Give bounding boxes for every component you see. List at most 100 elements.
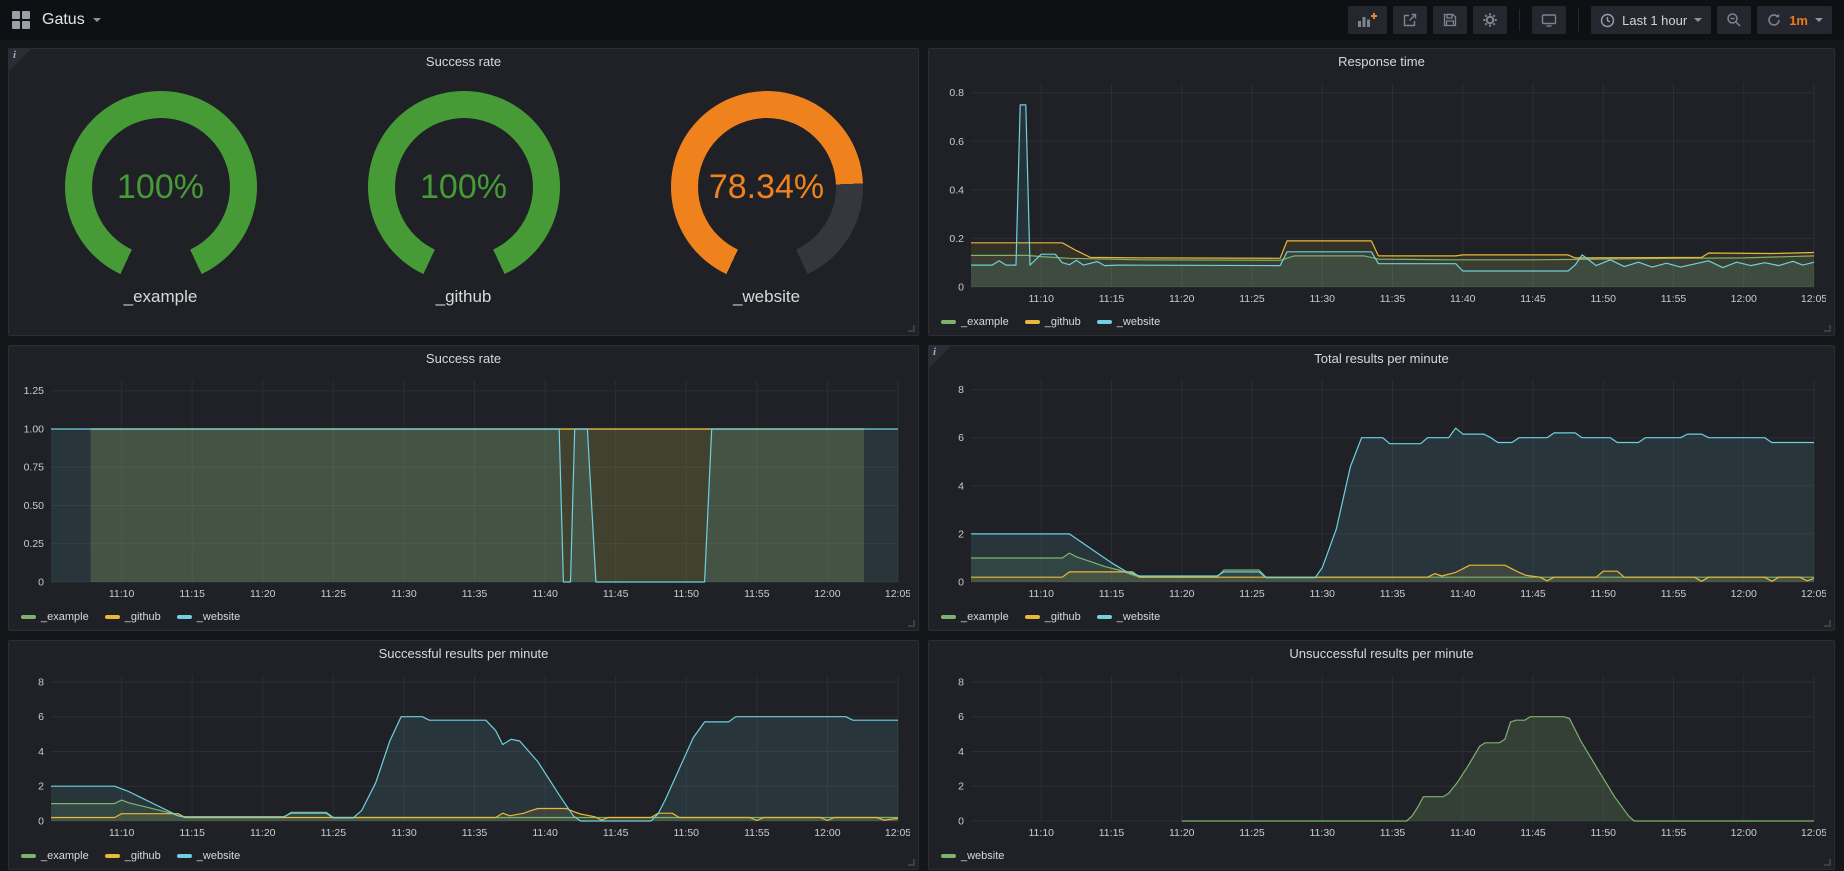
svg-text:11:40: 11:40 [1450,293,1476,305]
response-time-chart[interactable]: 00.20.40.60.811:1011:1511:2011:2511:3011… [937,75,1826,305]
resize-handle[interactable] [908,620,915,627]
share-dashboard-button[interactable] [1393,6,1427,34]
legend-label: _website [961,850,1004,862]
svg-text:0.25: 0.25 [24,538,45,550]
success-rate-chart[interactable]: 00.250.500.751.001.2511:1011:1511:2011:2… [17,372,910,600]
panel-title[interactable]: Response time [929,49,1834,75]
svg-text:11:10: 11:10 [1029,293,1055,305]
resize-handle[interactable] [1824,859,1831,866]
unsuccessful-results-chart[interactable]: 0246811:1011:1511:2011:2511:3011:3511:40… [937,667,1826,839]
info-icon[interactable]: i [9,49,31,71]
svg-text:11:45: 11:45 [603,588,629,600]
svg-text:12:00: 12:00 [814,827,840,839]
svg-text:0: 0 [958,282,964,294]
add-panel-button[interactable] [1348,6,1387,34]
legend-item[interactable]: _example [21,611,89,623]
gear-icon [1482,12,1498,28]
legend-item[interactable]: _example [21,850,89,862]
svg-text:2: 2 [958,781,964,793]
resize-handle[interactable] [1824,325,1831,332]
svg-text:0.8: 0.8 [949,87,964,99]
cycle-view-mode-button[interactable] [1532,6,1566,34]
clock-icon [1600,13,1615,28]
resize-handle[interactable] [908,859,915,866]
svg-text:11:40: 11:40 [532,588,558,600]
svg-text:11:10: 11:10 [109,588,135,600]
svg-text:12:00: 12:00 [1731,827,1757,839]
dashboard-title: Gatus [42,11,85,29]
divider [1578,9,1579,31]
chevron-down-icon [1815,18,1823,22]
panel-title[interactable]: Success rate [9,346,918,372]
gauge-label: _github [436,287,492,307]
panel-success-rate-gauges: i Success rate 100% _example 100% _githu… [8,48,919,336]
gauge-row: 100% _example 100% _github 78.34% _websi… [9,75,918,307]
legend: _website [941,850,1004,862]
dashboards-grid-icon[interactable] [12,11,30,29]
svg-text:11:55: 11:55 [744,827,770,839]
svg-text:11:55: 11:55 [1661,588,1687,600]
successful-results-chart[interactable]: 0246811:1011:1511:2011:2511:3011:3511:40… [17,667,910,839]
svg-text:12:00: 12:00 [814,588,840,600]
panel-title[interactable]: Success rate [9,49,918,75]
legend-item[interactable]: _website [941,850,1004,862]
svg-text:11:20: 11:20 [1169,827,1195,839]
dashboard-settings-button[interactable] [1473,6,1507,34]
svg-text:11:30: 11:30 [391,827,417,839]
svg-text:11:35: 11:35 [1380,293,1406,305]
legend-item[interactable]: _website [1097,611,1160,623]
svg-text:11:25: 11:25 [321,588,347,600]
legend-item[interactable]: _website [177,850,240,862]
gauge-arc: 100% [65,91,257,283]
svg-text:12:05: 12:05 [885,588,910,600]
legend-item[interactable]: _website [1097,316,1160,328]
svg-text:11:30: 11:30 [1310,588,1336,600]
svg-text:11:25: 11:25 [1239,293,1265,305]
gauge-arc: 78.34% [671,91,863,283]
resize-handle[interactable] [1824,620,1831,627]
svg-text:11:25: 11:25 [321,827,347,839]
svg-text:11:50: 11:50 [1591,293,1617,305]
zoom-out-icon [1726,12,1742,28]
panel-title[interactable]: Total results per minute [929,346,1834,372]
save-dashboard-button[interactable] [1433,6,1467,34]
svg-text:2: 2 [958,528,964,540]
svg-text:12:05: 12:05 [1801,293,1826,305]
legend-item[interactable]: _github [105,611,161,623]
legend-item[interactable]: _example [941,611,1009,623]
legend-label: _github [1045,316,1081,328]
legend: _example _github _website [21,850,240,862]
legend-swatch-icon [177,615,192,619]
info-icon[interactable]: i [929,346,951,368]
svg-text:2: 2 [38,781,44,793]
svg-text:0: 0 [38,577,44,589]
svg-text:11:20: 11:20 [250,827,276,839]
zoom-out-time-button[interactable] [1717,6,1751,34]
refresh-picker[interactable]: 1m [1757,6,1832,34]
legend-swatch-icon [105,854,120,858]
legend-label: _example [961,316,1009,328]
legend: _example _github _website [21,611,240,623]
svg-text:8: 8 [38,676,44,688]
svg-text:11:35: 11:35 [462,827,488,839]
svg-text:0.6: 0.6 [949,136,964,148]
panel-title[interactable]: Successful results per minute [9,641,918,667]
legend-item[interactable]: _github [105,850,161,862]
legend-item[interactable]: _github [1025,316,1081,328]
dashboard-title-dropdown[interactable]: Gatus [42,11,101,29]
legend-item[interactable]: _website [177,611,240,623]
svg-text:11:15: 11:15 [1099,293,1125,305]
time-range-picker[interactable]: Last 1 hour [1591,6,1711,34]
svg-text:11:25: 11:25 [1239,588,1265,600]
panel-title[interactable]: Unsuccessful results per minute [929,641,1834,667]
legend-label: _github [125,611,161,623]
legend-item[interactable]: _github [1025,611,1081,623]
svg-text:11:15: 11:15 [1099,588,1125,600]
total-results-chart[interactable]: 0246811:1011:1511:2011:2511:3011:3511:40… [937,372,1826,600]
legend-swatch-icon [1025,320,1040,324]
legend-item[interactable]: _example [941,316,1009,328]
svg-text:11:20: 11:20 [1169,293,1195,305]
svg-text:11:55: 11:55 [1661,827,1687,839]
resize-handle[interactable] [908,325,915,332]
panel-response-time: Response time 00.20.40.60.811:1011:1511:… [928,48,1835,336]
